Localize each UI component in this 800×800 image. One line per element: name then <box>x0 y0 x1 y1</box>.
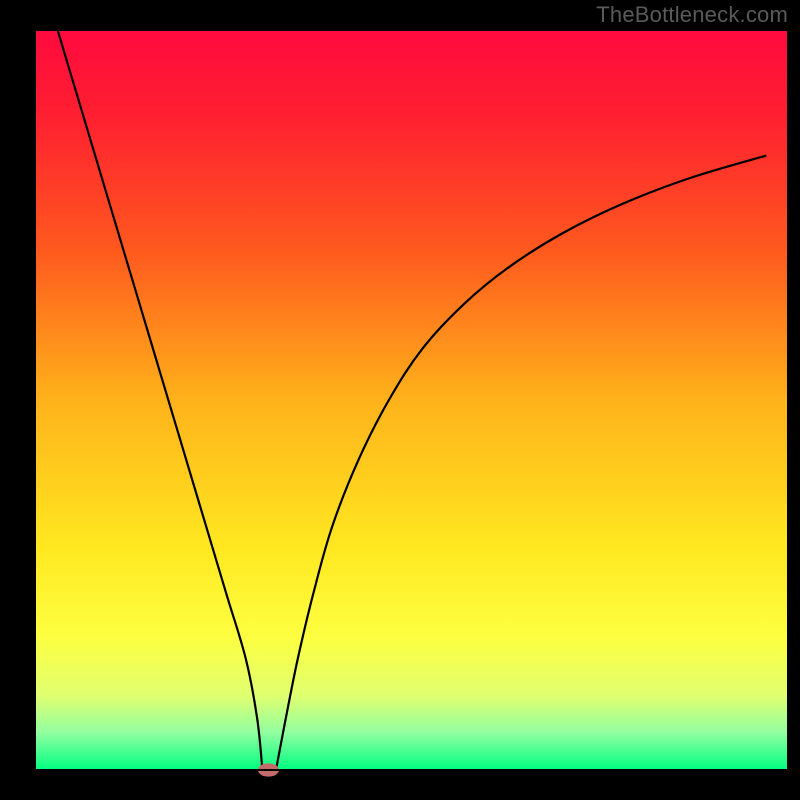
bottleneck-chart <box>0 0 800 800</box>
watermark-text: TheBottleneck.com <box>596 2 788 28</box>
chart-frame: TheBottleneck.com <box>0 0 800 800</box>
plot-background <box>35 30 788 770</box>
